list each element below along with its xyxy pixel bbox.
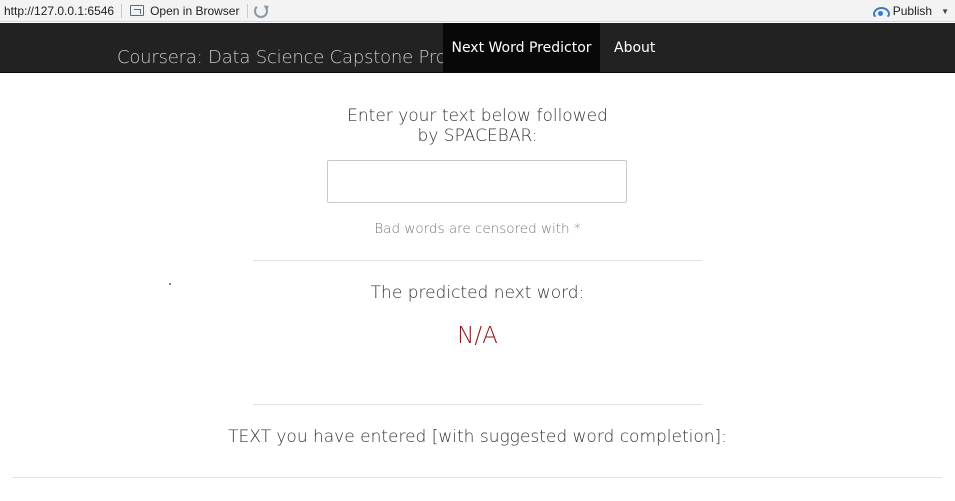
divider (12, 477, 942, 478)
publish-icon (872, 6, 890, 19)
divider (253, 260, 702, 261)
input-prompt-text: Enter your text below followed by SPACEB… (347, 106, 608, 146)
tab-about[interactable]: About (614, 23, 655, 72)
chevron-down-icon[interactable]: ▼ (941, 7, 949, 16)
predicted-label: The predicted next word: (370, 283, 585, 303)
predicted-word: N/A (457, 323, 498, 349)
open-in-browser-button[interactable]: Open in Browser (122, 4, 247, 18)
toolbar-divider (247, 3, 249, 18)
tab-next-word-predictor[interactable]: Next Word Predictor (443, 23, 600, 72)
viewer-url: http://127.0.0.1:6546 (4, 3, 115, 18)
publish-button[interactable]: Publish ▼ (872, 0, 949, 22)
text-input[interactable] (327, 160, 627, 203)
censor-note: Bad words are censored with * (374, 221, 581, 237)
app-navbar: Coursera: Data Science Capstone Project … (0, 23, 955, 73)
open-in-browser-label: Open in Browser (150, 3, 240, 18)
navbar-brand[interactable]: Coursera: Data Science Capstone Project (117, 47, 479, 68)
refresh-icon[interactable] (254, 3, 269, 18)
entered-text-label: TEXT you have entered [with suggested wo… (228, 427, 727, 447)
viewer-toolbar: http://127.0.0.1:6546 Open in Browser Pu… (0, 0, 955, 22)
open-window-icon (130, 5, 145, 16)
input-prompt: Enter your text below followed by SPACEB… (0, 106, 955, 146)
divider (253, 404, 702, 405)
publish-label: Publish (892, 4, 933, 18)
